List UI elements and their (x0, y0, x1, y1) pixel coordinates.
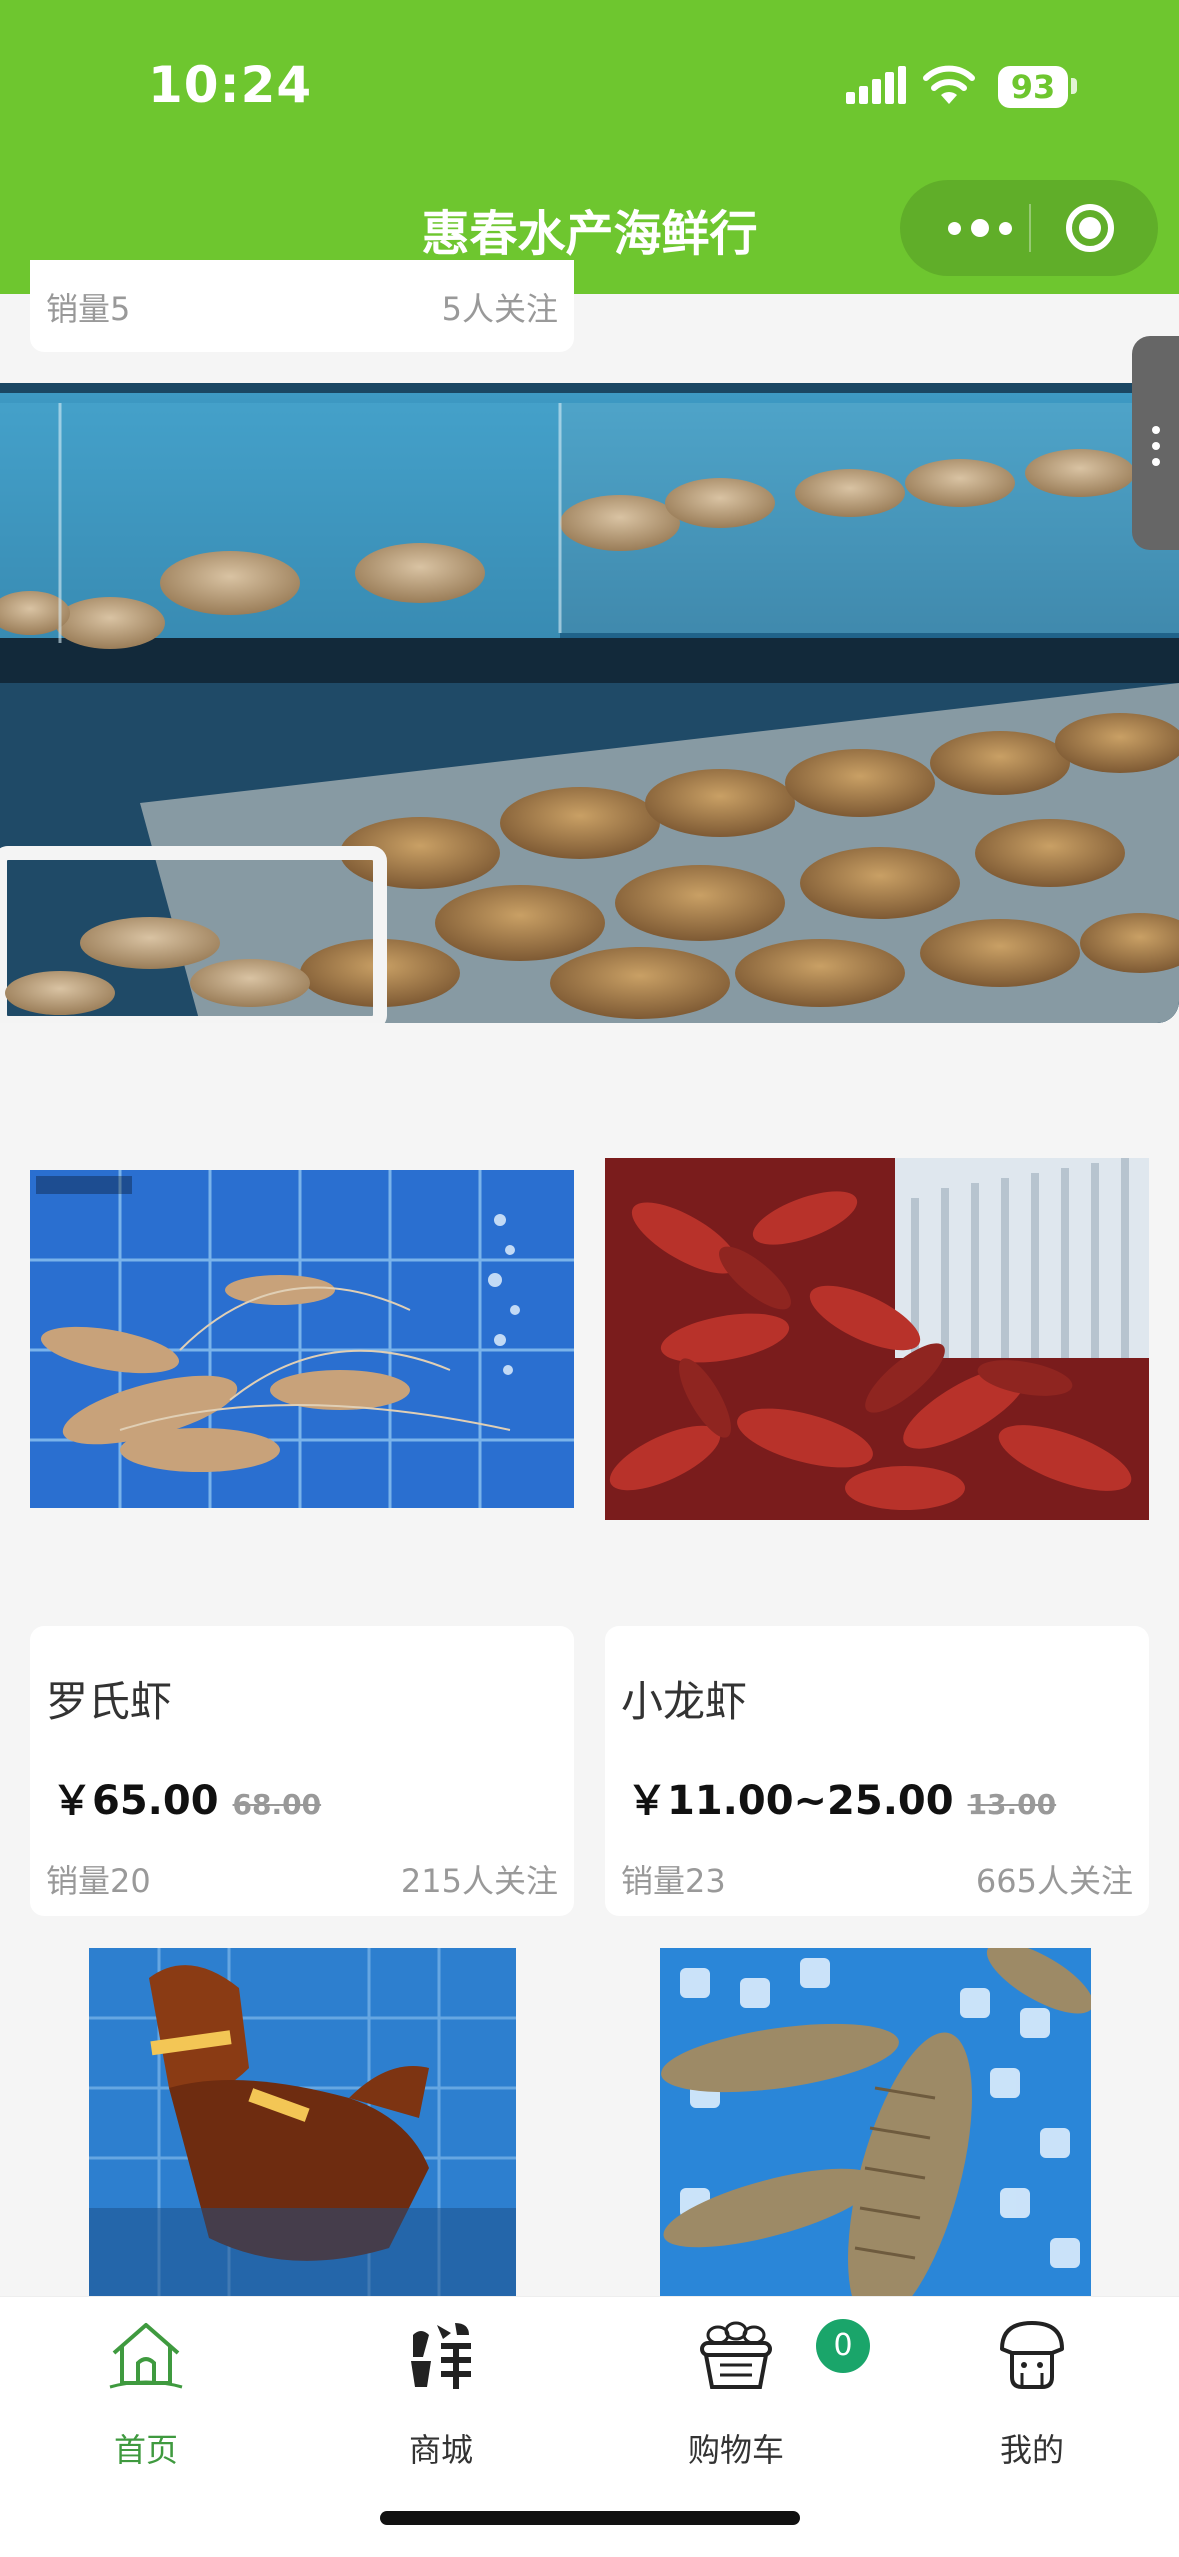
product-image-lobster[interactable] (89, 1948, 516, 2296)
shrimp-tank-illustration (30, 1170, 574, 1508)
product-price: ￥65.00 68.00 (52, 1768, 321, 1826)
sales-count: 销量5 (46, 290, 131, 328)
original-price: 68.00 (232, 1788, 322, 1821)
tab-label: 商城 (408, 2431, 473, 2469)
banner-image[interactable] (0, 383, 1179, 1023)
miniprogram-capsule (900, 180, 1158, 276)
product-card-crayfish[interactable]: 小龙虾 ￥11.00~25.00 13.00 销量23 665人关注 (605, 1626, 1149, 1916)
user-icon (1000, 2321, 1064, 2389)
cart-count-badge: 0 (816, 2319, 870, 2373)
crayfish-basket-illustration (605, 1158, 1149, 1520)
product-image-mantis-shrimp[interactable] (660, 1948, 1091, 2296)
product-image-rosenberg-shrimp[interactable] (30, 1170, 574, 1508)
battery-level: 93 (998, 66, 1068, 108)
home-icon (109, 2323, 183, 2389)
tab-label: 首页 (113, 2431, 178, 2469)
cellular-signal-icon (846, 66, 906, 104)
tab-mine[interactable]: 我的 (932, 2297, 1132, 2469)
tab-label: 购物车 (687, 2431, 784, 2469)
side-float-handle[interactable] (1132, 336, 1179, 550)
current-price: ￥65.00 (52, 1778, 219, 1824)
sales-count: 销量20 (46, 1862, 151, 1900)
basket-icon (700, 2321, 772, 2389)
product-price: ￥11.00~25.00 13.00 (627, 1768, 1056, 1826)
mantis-shrimp-illustration (660, 1948, 1091, 2296)
tab-home[interactable]: 首页 (46, 2297, 246, 2469)
original-price: 13.00 (967, 1788, 1057, 1821)
product-card-rosenberg-shrimp[interactable]: 罗氏虾 ￥65.00 68.00 销量20 215人关注 (30, 1626, 574, 1916)
tab-shop[interactable]: 商城 (341, 2297, 541, 2469)
sales-count: 销量23 (621, 1862, 726, 1900)
lobster-tank-illustration (89, 1948, 516, 2296)
product-image-crayfish[interactable] (605, 1158, 1149, 1520)
title-bar: 10:24 93 惠春水产海鲜行 (0, 0, 1179, 294)
current-price: ￥11.00~25.00 (627, 1778, 954, 1824)
product-name: 罗氏虾 (46, 1677, 173, 1726)
tab-label: 我的 (999, 2431, 1064, 2469)
follow-count: 215人关注 (400, 1862, 558, 1900)
product-card-partial[interactable]: 销量5 5人关注 (30, 260, 574, 352)
battery-tip (1071, 78, 1077, 94)
wifi-icon (923, 65, 975, 104)
home-indicator[interactable] (380, 2511, 800, 2525)
capsule-divider (1029, 204, 1031, 252)
fresh-shop-icon (411, 2323, 471, 2389)
status-time: 10:24 (148, 56, 313, 114)
tab-cart[interactable]: 购物车 (636, 2297, 836, 2469)
product-name: 小龙虾 (621, 1677, 748, 1726)
follow-count: 5人关注 (441, 290, 558, 328)
close-miniprogram-button[interactable] (1066, 204, 1114, 252)
follow-count: 665人关注 (975, 1862, 1133, 1900)
more-menu-button[interactable] (934, 180, 1026, 276)
banner-crab-tank-illustration (0, 383, 1179, 1023)
